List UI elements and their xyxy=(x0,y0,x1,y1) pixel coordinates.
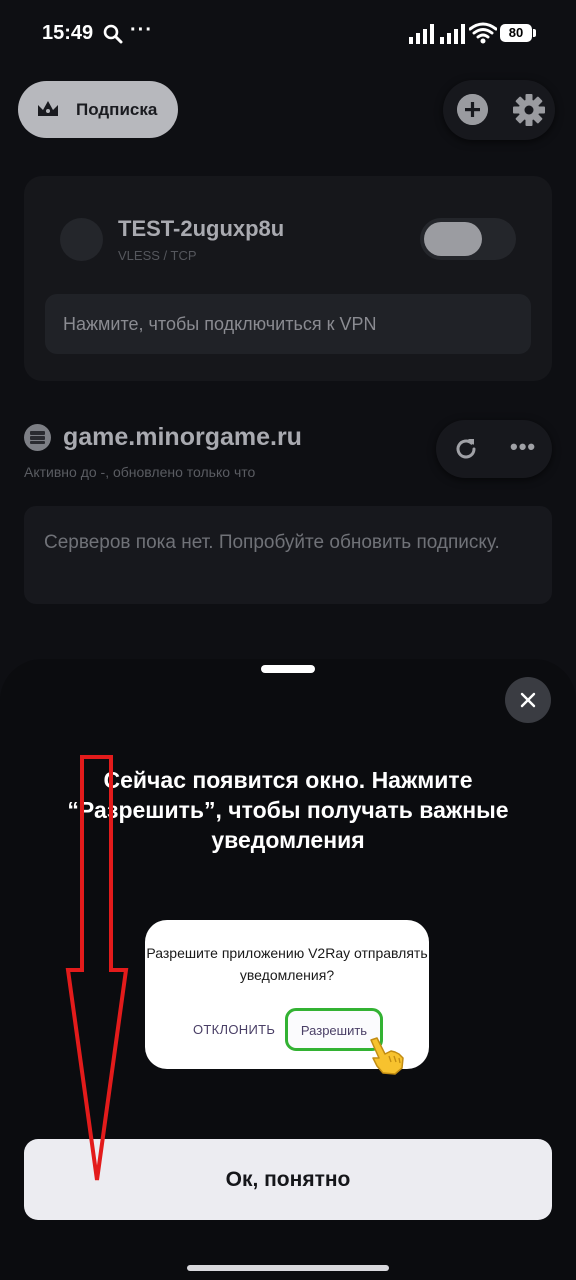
subscription-name: game.minorgame.ru xyxy=(63,423,302,451)
battery-tip xyxy=(533,29,536,37)
connect-hint-button[interactable]: Нажмите, чтобы подключиться к VPN xyxy=(45,294,531,354)
navigation-gesture-bar[interactable] xyxy=(187,1265,389,1271)
vpn-toggle-knob xyxy=(424,222,482,256)
battery-icon: 80 xyxy=(500,24,532,42)
connection-card[interactable]: TEST-2uguxp8u VLESS / TCP Нажмите, чтобы… xyxy=(24,176,552,381)
more-icon[interactable]: ••• xyxy=(510,434,536,460)
crown-icon xyxy=(32,94,64,126)
vpn-toggle[interactable] xyxy=(420,218,516,260)
connection-protocol: VLESS / TCP xyxy=(118,248,197,263)
status-time: 15:49 xyxy=(42,22,94,44)
subscription-server-icon xyxy=(24,424,51,451)
sheet-drag-handle[interactable] xyxy=(261,665,315,673)
wifi-icon xyxy=(469,22,497,44)
subscription-actions: ••• xyxy=(436,420,552,478)
empty-servers-message: Серверов пока нет. Попробуйте обновить п… xyxy=(24,506,552,604)
close-button[interactable] xyxy=(505,677,551,723)
subscription-meta: Активно до -, обновлено только что xyxy=(24,464,256,480)
dialog-deny-label: ОТКЛОНИТЬ xyxy=(193,1022,276,1037)
signal-icon xyxy=(409,24,434,44)
refresh-icon[interactable] xyxy=(453,436,479,462)
add-icon[interactable] xyxy=(457,94,488,125)
connection-status-dot xyxy=(60,218,103,261)
main-content: Подписка TEST-2uguxp8u VLESS / TCP Нажми… xyxy=(0,66,576,686)
signal-icon xyxy=(440,24,465,44)
status-bar: 15:49 ··· 80 xyxy=(0,0,576,66)
sheet-title: Сейчас появится окно. Нажмите “Разрешить… xyxy=(67,767,509,853)
top-actions xyxy=(443,80,555,140)
gear-icon[interactable] xyxy=(513,94,545,126)
subscription-button[interactable]: Подписка xyxy=(18,81,178,138)
dialog-text: Разрешите приложению V2Ray отправлять ув… xyxy=(146,945,428,983)
close-icon xyxy=(520,692,536,708)
notification-bottom-sheet: Сейчас появится окно. Нажмите “Разрешить… xyxy=(0,659,576,1280)
more-dots-icon: ··· xyxy=(130,19,153,41)
pointing-hand-icon xyxy=(370,1037,404,1075)
search-icon xyxy=(103,24,123,44)
permission-dialog-preview: Разрешите приложению V2Ray отправлять ув… xyxy=(145,920,429,1075)
connection-name: TEST-2uguxp8u xyxy=(118,216,285,241)
ok-understood-button[interactable]: Ок, понятно xyxy=(24,1139,552,1220)
subscription-button-label: Подписка xyxy=(76,99,158,119)
